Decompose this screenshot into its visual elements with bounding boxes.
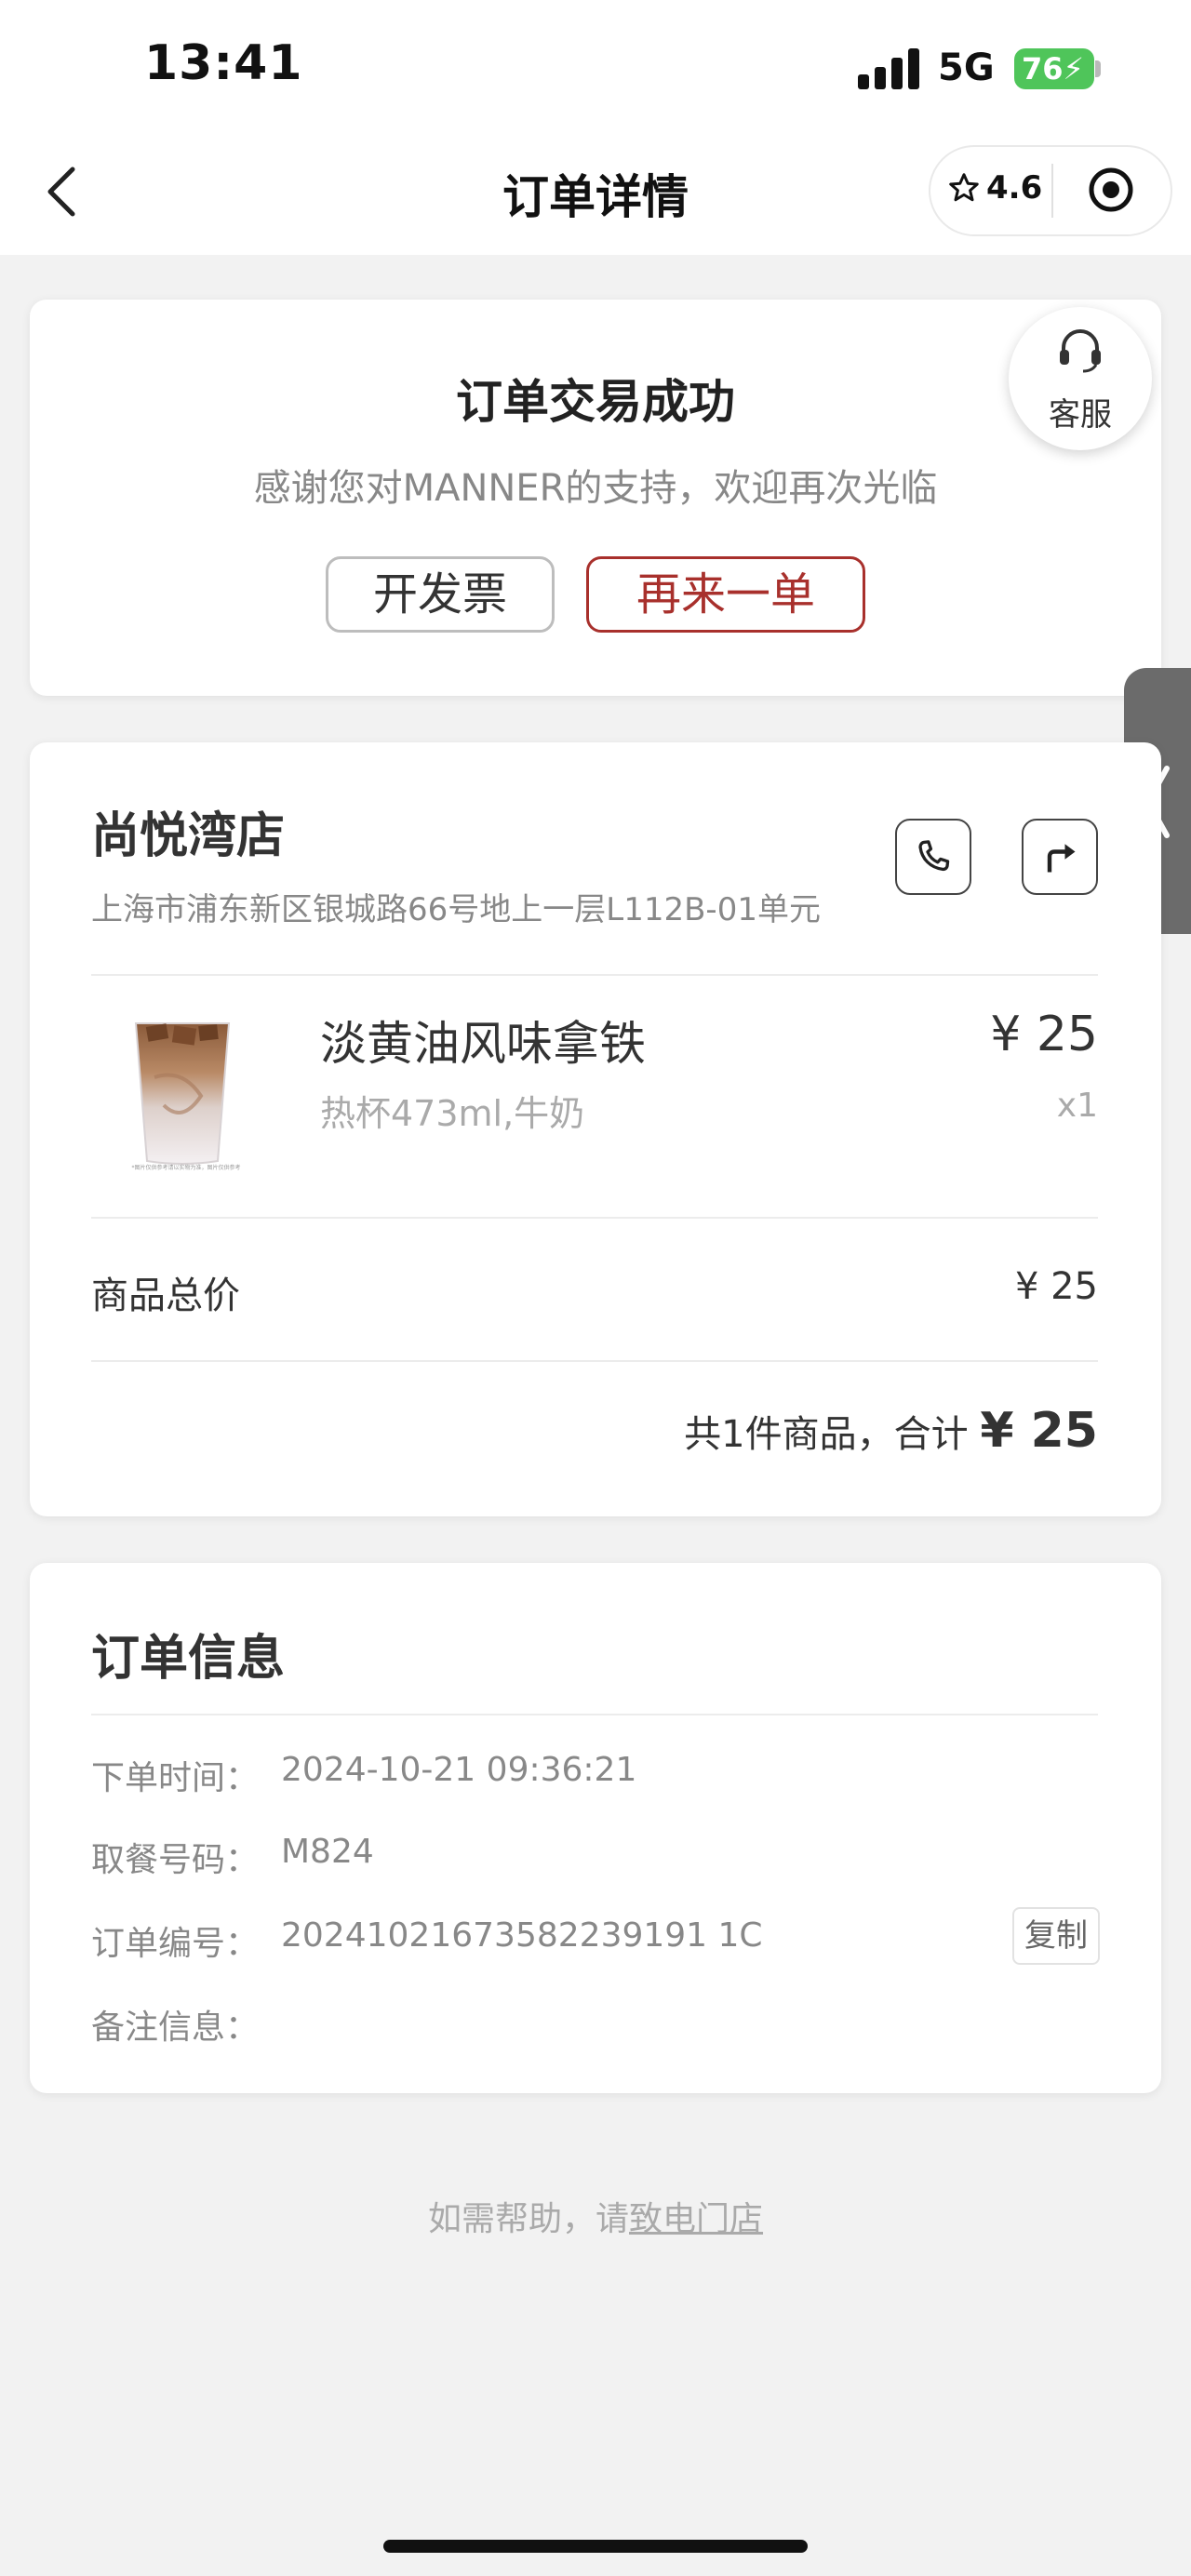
- order-total: 共1件商品，合计 ¥ 25: [558, 1403, 1098, 1459]
- latte-cup-image: [134, 1022, 231, 1165]
- divider: [91, 974, 1098, 976]
- copy-order-number-button[interactable]: 复制: [1012, 1907, 1100, 1965]
- phone-icon: [918, 840, 950, 872]
- signal-icon: [858, 47, 921, 89]
- subtotal-label: 商品总价: [91, 1275, 240, 1317]
- rating-button[interactable]: 4.6: [947, 169, 1042, 207]
- battery-level: 76: [1022, 51, 1064, 87]
- divider: [91, 1360, 1098, 1362]
- order-status-subtitle: 感谢您对MANNER的支持，欢迎再次光临: [253, 467, 938, 510]
- reorder-button[interactable]: 再来一单: [586, 556, 865, 633]
- pickup-code-value: M824: [281, 1833, 374, 1871]
- order-number-value: 20241021673582239191 1C: [281, 1916, 763, 1955]
- navigation-arrow-icon: [1047, 844, 1076, 873]
- order-time-label: 下单时间：: [91, 1759, 260, 1797]
- total-value: ¥ 25: [980, 1403, 1098, 1459]
- divider: [91, 1217, 1098, 1219]
- order-number-label: 订单编号：: [91, 1925, 260, 1963]
- subtotal-value: ¥ 25: [1014, 1265, 1098, 1308]
- store-name: 尚悦湾店: [91, 808, 286, 864]
- order-info-title: 订单信息: [91, 1631, 286, 1687]
- product-spec: 热杯473ml,牛奶: [320, 1093, 585, 1134]
- remarks-label: 备注信息：: [91, 2009, 260, 2047]
- product-name: 淡黄油风味拿铁: [320, 1017, 646, 1071]
- customer-service-label: 客服: [1049, 396, 1112, 434]
- star-icon: [949, 173, 979, 202]
- headset-icon: [1060, 329, 1101, 373]
- total-prefix: 共1件商品，合计: [684, 1413, 969, 1456]
- divider: [91, 1714, 1098, 1715]
- order-time-value: 2024-10-21 09:36:21: [281, 1751, 637, 1789]
- close-target-icon[interactable]: [1087, 166, 1135, 214]
- call-store-link[interactable]: 致电门店: [629, 2200, 763, 2238]
- battery-icon: 76⚡: [1014, 48, 1094, 89]
- help-text: 如需帮助，请致电门店: [0, 2192, 1191, 2240]
- battery-tip: [1095, 60, 1101, 77]
- product-price: ¥ 25: [990, 1007, 1098, 1062]
- pickup-code-label: 取餐号码：: [91, 1841, 260, 1879]
- store-address: 上海市浦东新区银城路66号地上一层L112B-01单元: [91, 891, 821, 928]
- product-quantity: x1: [1056, 1087, 1098, 1125]
- home-indicator[interactable]: [383, 2540, 808, 2553]
- call-store-button[interactable]: [895, 819, 971, 895]
- status-time: 13:41: [144, 35, 303, 91]
- product-image-caption: *图片仅供参考请以实物为准，图片仅供参考: [131, 1165, 241, 1171]
- network-type: 5G: [938, 47, 995, 89]
- navigate-store-button[interactable]: [1022, 819, 1098, 895]
- rating-value: 4.6: [986, 169, 1043, 207]
- help-prefix: 如需帮助，请: [427, 2200, 629, 2238]
- capsule-divider: [1051, 164, 1053, 218]
- invoice-button[interactable]: 开发票: [326, 556, 555, 633]
